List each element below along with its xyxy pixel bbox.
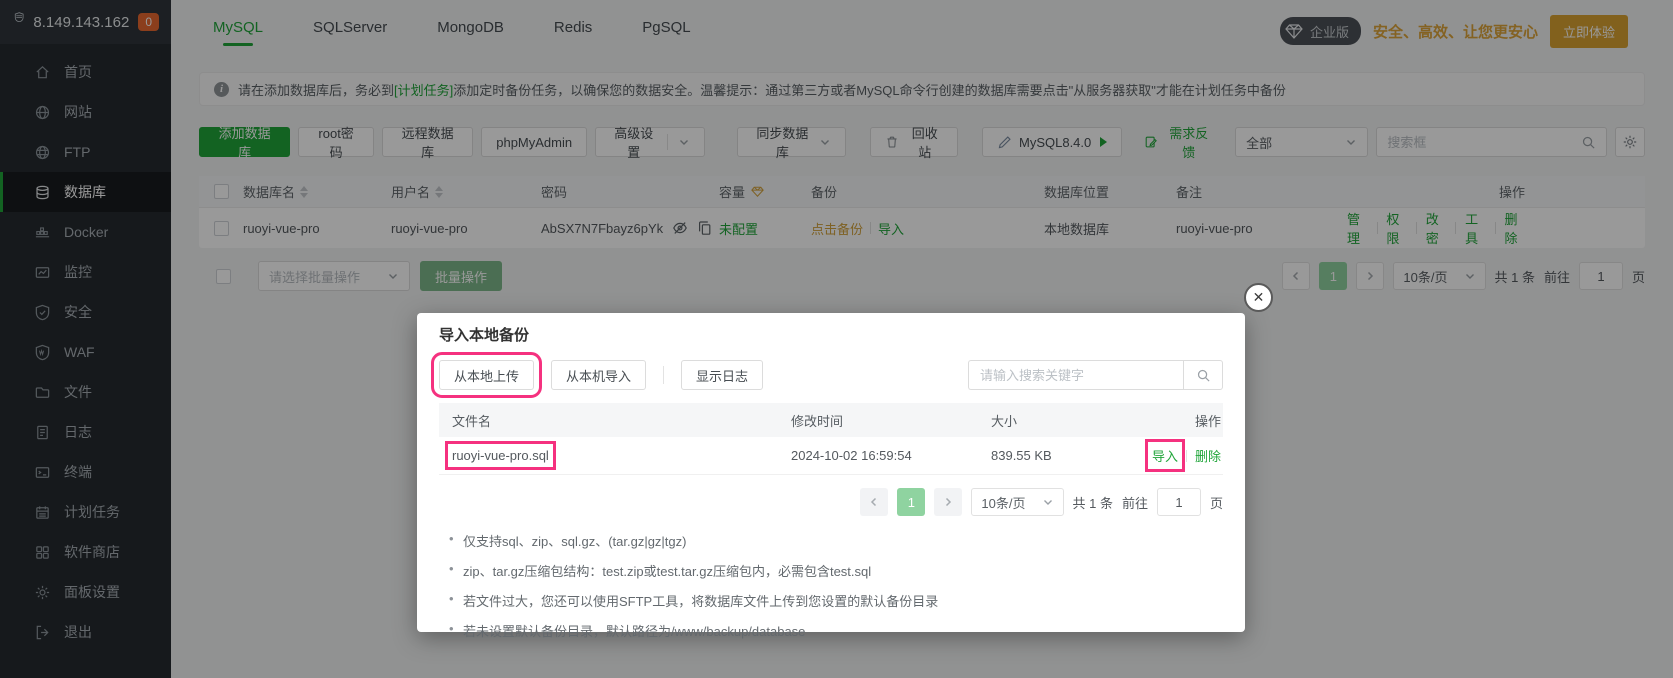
col-header-filename: 文件名 [439, 411, 791, 430]
modal-table-header: 文件名 修改时间 大小 操作 [439, 403, 1223, 437]
col-header-size: 大小 [991, 411, 1131, 430]
page-size-select[interactable]: 10条/页 [971, 488, 1063, 516]
import-backup-link[interactable]: 导入 [1152, 446, 1178, 465]
note-item: 若未设置默认备份目录，默认路径为/www/backup/database [449, 621, 1223, 640]
note-item: zip、tar.gz压缩包结构：test.zip或test.tar.gz压缩包内… [449, 561, 1223, 580]
show-log-button[interactable]: 显示日志 [681, 360, 763, 390]
col-header-mtime: 修改时间 [791, 411, 991, 430]
divider [1186, 450, 1187, 462]
modal-search-group [968, 360, 1223, 390]
modal-notes: 仅支持sql、zip、sql.gz、(tar.gz|gz|tgz) zip、ta… [449, 531, 1223, 640]
modal-title: 导入本地备份 [417, 313, 1245, 353]
backup-size: 839.55 KB [991, 448, 1131, 463]
col-header-ops: 操作 [1131, 411, 1223, 430]
backup-files-table: 文件名 修改时间 大小 操作 ruoyi-vue-pro.sql 2024-10… [439, 403, 1223, 475]
backup-mtime: 2024-10-02 16:59:54 [791, 448, 991, 463]
close-icon[interactable]: ✕ [1244, 283, 1273, 312]
page-size-value: 10条/页 [981, 493, 1025, 512]
chevron-down-icon [1042, 496, 1054, 508]
import-backup-modal: ✕ 导入本地备份 从本地上传 从本机导入 显示日志 文件名 修改时间 大小 操作… [417, 313, 1245, 632]
app-root: 8.149.143.162 0 首页 网站 FTP 数据库 Docker [0, 0, 1673, 678]
import-from-machine-tab[interactable]: 从本机导入 [551, 360, 646, 390]
modal-toolbar: 从本地上传 从本机导入 显示日志 [417, 353, 1245, 390]
next-page-button[interactable] [934, 488, 962, 516]
note-item: 若文件过大，您还可以使用SFTP工具，将数据库文件上传到您设置的默认备份目录 [449, 591, 1223, 610]
page-unit: 页 [1210, 493, 1223, 512]
total-count: 共 1 条 [1073, 493, 1113, 512]
delete-backup-link[interactable]: 删除 [1195, 446, 1221, 465]
backup-file-row: ruoyi-vue-pro.sql 2024-10-02 16:59:54 83… [439, 437, 1223, 475]
upload-local-tab[interactable]: 从本地上传 [439, 360, 534, 390]
modal-pagination: 1 10条/页 共 1 条 前往 页 [860, 488, 1223, 516]
divider [663, 366, 664, 384]
note-item: 仅支持sql、zip、sql.gz、(tar.gz|gz|tgz) [449, 531, 1223, 550]
goto-label: 前往 [1122, 493, 1148, 512]
current-page-button[interactable]: 1 [897, 488, 925, 516]
search-icon[interactable] [1183, 360, 1223, 390]
backup-actions: 导入 删除 [1131, 446, 1223, 465]
prev-page-button[interactable] [860, 488, 888, 516]
goto-page-input[interactable] [1157, 488, 1201, 516]
backup-filename: ruoyi-vue-pro.sql [452, 448, 549, 463]
modal-pagination-wrap: 1 10条/页 共 1 条 前往 页 [439, 488, 1223, 516]
modal-search-input[interactable] [968, 360, 1183, 390]
